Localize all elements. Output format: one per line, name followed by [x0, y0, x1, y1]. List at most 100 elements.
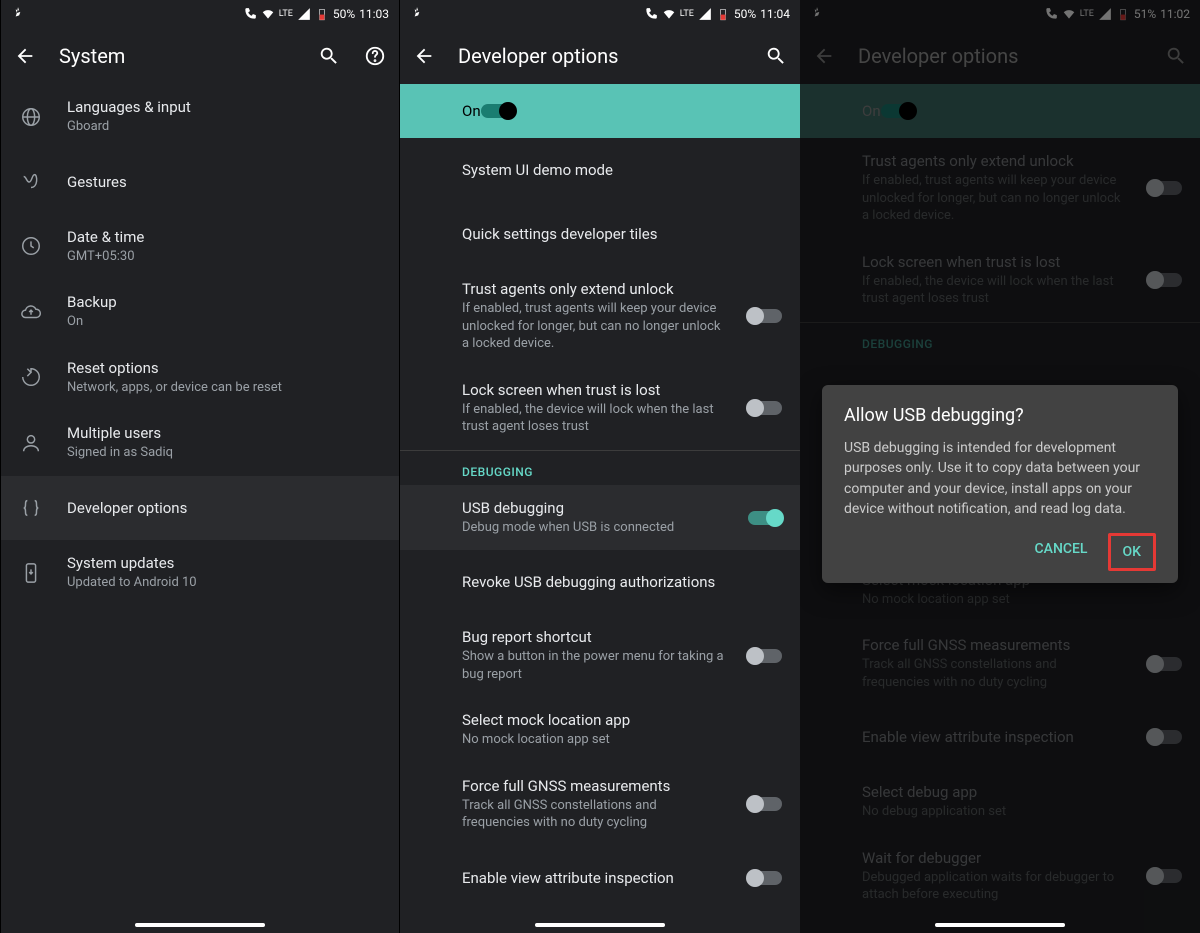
clock-time: 11:04 — [760, 7, 790, 21]
item-users[interactable]: Multiple usersSigned in as Sadiq — [1, 410, 399, 476]
lte-label: LTE — [680, 9, 694, 19]
search-icon[interactable] — [764, 44, 788, 68]
item-mock-location[interactable]: Select mock location appNo mock location… — [400, 697, 800, 763]
item-revoke-usb[interactable]: Revoke USB debugging authorizations — [400, 550, 800, 614]
app-bar: Developer options — [800, 28, 1200, 84]
page-title: System — [59, 44, 295, 68]
status-bar: LTE 51% 11:02 — [800, 0, 1200, 28]
master-toggle-row[interactable]: On — [800, 84, 1200, 138]
battery-percent: 50% — [734, 7, 756, 21]
bug-report-switch[interactable] — [748, 649, 782, 663]
section-debugging: Debugging — [800, 323, 1200, 357]
item-gestures[interactable]: Gestures — [1, 150, 399, 214]
gnss-switch[interactable] — [1148, 657, 1182, 671]
gnss-switch[interactable] — [748, 797, 782, 811]
ok-button[interactable]: OK — [1108, 533, 1157, 571]
master-toggle-switch[interactable] — [481, 104, 515, 118]
item-bug-report[interactable]: Bug report shortcutShow a button in the … — [400, 614, 800, 697]
item-qs-tiles[interactable]: Quick settings developer tiles — [400, 202, 800, 266]
section-debugging: Debugging — [400, 451, 800, 485]
signal-icon — [297, 7, 311, 21]
nav-handle[interactable] — [135, 923, 265, 927]
dialog-body: USB debugging is intended for developmen… — [844, 438, 1156, 519]
signal-icon — [1098, 7, 1112, 21]
item-reset[interactable]: Reset optionsNetwork, apps, or device ca… — [1, 345, 399, 411]
nav-handle[interactable] — [535, 923, 665, 927]
wait-debugger-switch[interactable] — [1148, 869, 1182, 883]
app-bar: Developer options — [400, 28, 800, 84]
cloud-upload-icon — [19, 301, 43, 323]
master-toggle-label: On — [462, 102, 481, 120]
phone-update-icon — [19, 562, 43, 584]
search-icon[interactable] — [1164, 44, 1188, 68]
call-icon — [644, 7, 658, 21]
item-trust-agents[interactable]: Trust agents only extend unlockIf enable… — [400, 266, 800, 367]
developer-options-dialog-screen: LTE 51% 11:02 Developer options On Trust… — [800, 0, 1200, 933]
page-title: Developer options — [858, 44, 1142, 68]
clock-icon — [19, 235, 43, 257]
cancel-button[interactable]: Cancel — [1023, 533, 1100, 571]
clock-time: 11:03 — [359, 7, 389, 21]
back-icon[interactable] — [13, 44, 37, 68]
help-icon[interactable] — [363, 44, 387, 68]
clock-time: 11:02 — [1160, 7, 1190, 21]
item-usb-debugging[interactable]: USB debuggingDebug mode when USB is conn… — [400, 485, 800, 551]
pinwheel-icon — [11, 6, 25, 23]
item-languages[interactable]: Languages & inputGboard — [1, 84, 399, 150]
item-gnss[interactable]: Force full GNSS measurementsTrack all GN… — [400, 763, 800, 846]
restore-icon — [19, 366, 43, 388]
back-icon[interactable] — [812, 44, 836, 68]
item-datetime[interactable]: Date & timeGMT+05:30 — [1, 214, 399, 280]
trust-agents-switch[interactable] — [748, 309, 782, 323]
battery-icon — [716, 7, 730, 21]
back-icon[interactable] — [412, 44, 436, 68]
wifi-icon — [1062, 7, 1076, 21]
wifi-icon — [261, 7, 275, 21]
user-icon — [19, 432, 43, 454]
gesture-icon — [19, 171, 43, 193]
lte-label: LTE — [1080, 9, 1094, 19]
usb-debugging-dialog: Allow USB debugging? USB debugging is in… — [822, 385, 1178, 583]
app-bar: System — [1, 28, 399, 84]
lock-trust-switch[interactable] — [748, 401, 782, 415]
trust-agents-switch[interactable] — [1148, 181, 1182, 195]
master-toggle-switch[interactable] — [881, 104, 915, 118]
pinwheel-icon — [410, 6, 424, 23]
page-title: Developer options — [458, 44, 742, 68]
item-system-updates[interactable]: System updatesUpdated to Android 10 — [1, 540, 399, 606]
battery-percent: 50% — [333, 7, 355, 21]
dev-options-list: System UI demo mode Quick settings devel… — [400, 138, 800, 933]
dialog-title: Allow USB debugging? — [844, 405, 1156, 426]
item-wait-debugger[interactable]: Wait for debuggerDebugged application wa… — [800, 835, 1200, 918]
status-bar: LTE 50% 11:04 — [400, 0, 800, 28]
item-lock-trust[interactable]: Lock screen when trust is lostIf enabled… — [800, 239, 1200, 322]
lock-trust-switch[interactable] — [1148, 273, 1182, 287]
call-icon — [1044, 7, 1058, 21]
lte-label: LTE — [279, 9, 293, 19]
braces-icon — [19, 497, 43, 519]
master-toggle-row[interactable]: On — [400, 84, 800, 138]
item-trust-agents[interactable]: Trust agents only extend unlockIf enable… — [800, 138, 1200, 239]
master-toggle-label: On — [862, 102, 881, 120]
item-backup[interactable]: BackupOn — [1, 279, 399, 345]
item-developer-options[interactable]: Developer options — [1, 476, 399, 540]
battery-icon — [315, 7, 329, 21]
view-attr-switch[interactable] — [748, 871, 782, 885]
pinwheel-icon — [810, 6, 824, 23]
nav-handle[interactable] — [935, 923, 1065, 927]
search-icon[interactable] — [317, 44, 341, 68]
signal-icon — [698, 7, 712, 21]
item-gnss[interactable]: Force full GNSS measurementsTrack all GN… — [800, 622, 1200, 705]
item-view-attr[interactable]: Enable view attribute inspection — [800, 705, 1200, 769]
battery-icon — [1116, 7, 1130, 21]
wifi-icon — [662, 7, 676, 21]
system-settings-screen: LTE 50% 11:03 System Languages & inputGb… — [0, 0, 400, 933]
item-view-attr[interactable]: Enable view attribute inspection — [400, 846, 800, 910]
item-lock-trust[interactable]: Lock screen when trust is lostIf enabled… — [400, 367, 800, 450]
call-icon — [243, 7, 257, 21]
developer-options-screen: LTE 50% 11:04 Developer options On Syste… — [400, 0, 800, 933]
item-demo-mode[interactable]: System UI demo mode — [400, 138, 800, 202]
item-select-debug-app[interactable]: Select debug appNo debug application set — [800, 769, 1200, 835]
view-attr-switch[interactable] — [1148, 730, 1182, 744]
usb-debugging-switch[interactable] — [748, 511, 782, 525]
